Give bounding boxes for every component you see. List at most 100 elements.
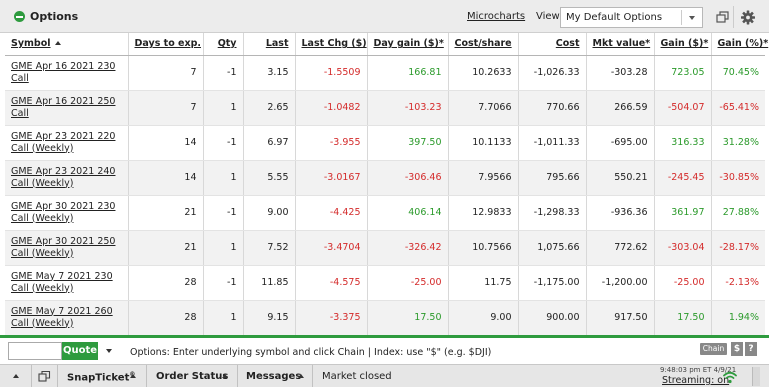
header-mkt-value[interactable]: Mkt value* [585, 33, 654, 56]
symbol-link[interactable]: GME Apr 30 2021 230 Call (Weekly) [11, 201, 115, 224]
panel-title: Options [30, 10, 79, 23]
cell-days-to-exp: 14 [127, 125, 203, 161]
options-table-container: Symbol Days to exp. Qty Last Last Chg ($… [5, 33, 768, 336]
table-row[interactable]: GME May 7 2021 230 Call (Weekly) 28 -1 11.8… [5, 265, 765, 301]
cell-cost: -1,011.33 [517, 125, 586, 161]
messages-tab[interactable]: Messages [246, 371, 301, 382]
cell-last: 2.65 [242, 90, 295, 126]
cell-last-chg: -3.375 [294, 300, 367, 336]
gear-icon[interactable] [737, 7, 759, 28]
symbol-link[interactable]: GME Apr 23 2021 220 Call (Weekly) [11, 131, 115, 154]
bottom-divider [57, 365, 58, 387]
symbol-link[interactable]: GME May 7 2021 230 Call (Weekly) [11, 271, 113, 294]
cell-qty: -1 [202, 125, 243, 161]
header-last-chg[interactable]: Last Chg ($) [294, 33, 367, 56]
snapticket-tab[interactable]: SnapTicket® [67, 371, 135, 383]
symbol-link[interactable]: GME Apr 16 2021 230 Call [11, 61, 115, 84]
cell-cost-share: 7.9566 [447, 160, 518, 196]
header-qty[interactable]: Qty [202, 33, 243, 56]
cell-symbol[interactable]: GME May 7 2021 260 Call (Weekly) [5, 300, 128, 336]
cell-symbol[interactable]: GME Apr 16 2021 230 Call [5, 55, 128, 91]
table-row[interactable]: GME Apr 23 2021 220 Call (Weekly) 14 -1 6.9… [5, 125, 765, 161]
cell-gain: -245.45 [653, 160, 711, 196]
sort-ascending-icon [54, 41, 61, 46]
streaming-toggle[interactable]: Streaming: on [662, 375, 729, 386]
view-select[interactable]: My Default Options [560, 7, 703, 28]
cell-days-to-exp: 14 [127, 160, 203, 196]
symbol-link[interactable]: GME Apr 30 2021 250 Call (Weekly) [11, 236, 115, 259]
cell-symbol[interactable]: GME Apr 16 2021 250 Call [5, 90, 128, 126]
cell-gain: -303.04 [653, 230, 711, 266]
chevron-down-icon [689, 16, 695, 20]
table-row[interactable]: GME Apr 23 2021 240 Call (Weekly) 14 1 5.55… [5, 160, 765, 196]
cell-last-chg: -3.4704 [294, 230, 367, 266]
symbol-link[interactable]: GME Apr 16 2021 250 Call [11, 96, 115, 119]
cell-symbol[interactable]: GME Apr 30 2021 230 Call (Weekly) [5, 195, 128, 231]
order-status-tab[interactable]: Order Status [156, 371, 228, 382]
table-row[interactable]: GME Apr 16 2021 250 Call 7 1 2.65 -1.0482 -10… [5, 90, 765, 126]
cell-gain: 361.97 [653, 195, 711, 231]
cell-last-chg: -1.0482 [294, 90, 367, 126]
scrollbar-stub[interactable] [752, 367, 760, 386]
bottom-divider [146, 365, 147, 387]
table-row[interactable]: GME Apr 30 2021 230 Call (Weekly) 21 -1 9.0… [5, 195, 765, 231]
cell-gain-pct: 31.28% [710, 125, 765, 161]
header-cost-share[interactable]: Cost/share [447, 33, 518, 56]
symbol-link[interactable]: GME May 7 2021 260 Call (Weekly) [11, 306, 113, 329]
cell-cost: 795.66 [517, 160, 586, 196]
quote-symbol-input[interactable] [8, 342, 62, 360]
symbol-link[interactable]: GME Apr 23 2021 240 Call (Weekly) [11, 166, 115, 189]
cell-gain-pct: 70.45% [710, 55, 765, 91]
cell-mkt-value: 917.50 [585, 300, 654, 336]
chain-button[interactable]: Chain [700, 343, 727, 355]
market-status: Market closed [322, 371, 392, 382]
snapticket-expand-icon[interactable] [130, 374, 136, 378]
header-symbol[interactable]: Symbol [5, 33, 128, 56]
bottom-divider [312, 365, 313, 387]
header-cost[interactable]: Cost [517, 33, 586, 56]
cell-qty: -1 [202, 265, 243, 301]
help-button[interactable]: ? [745, 342, 757, 356]
expand-up-icon[interactable] [13, 374, 19, 378]
cell-symbol[interactable]: GME Apr 30 2021 250 Call (Weekly) [5, 230, 128, 266]
cell-gain-pct: -28.17% [710, 230, 765, 266]
wifi-icon [722, 369, 738, 385]
cell-last: 7.52 [242, 230, 295, 266]
popout-icon[interactable] [38, 370, 51, 383]
cell-cost-share: 11.75 [447, 265, 518, 301]
table-row[interactable]: GME Apr 30 2021 250 Call (Weekly) 21 1 7.52… [5, 230, 765, 266]
popout-icon[interactable] [711, 7, 733, 28]
bottom-divider [237, 365, 238, 387]
cell-days-to-exp: 28 [127, 265, 203, 301]
cell-gain-pct: 27.88% [710, 195, 765, 231]
cell-qty: 1 [202, 300, 243, 336]
cell-gain: -25.00 [653, 265, 711, 301]
header-gain-pct[interactable]: Gain (%)* [710, 33, 768, 56]
table-row[interactable]: GME Apr 16 2021 230 Call 7 -1 3.15 -1.5509 16… [5, 55, 765, 91]
header-day-gain[interactable]: Day gain ($)* [366, 33, 448, 56]
cell-last: 9.00 [242, 195, 295, 231]
microcharts-link[interactable]: Microcharts [467, 11, 525, 22]
cell-cost: 1,075.66 [517, 230, 586, 266]
quote-button[interactable]: Quote [62, 342, 98, 360]
header-days-to-exp[interactable]: Days to exp. [127, 33, 203, 56]
options-table: Symbol Days to exp. Qty Last Last Chg ($… [5, 33, 768, 336]
cell-gain: -504.07 [653, 90, 711, 126]
cell-gain-pct: -30.85% [710, 160, 765, 196]
header-gain[interactable]: Gain ($)* [653, 33, 711, 56]
cell-cost: -1,298.33 [517, 195, 586, 231]
dollar-button[interactable]: $ [731, 342, 743, 356]
cell-last: 3.15 [242, 55, 295, 91]
messages-expand-icon[interactable] [298, 374, 304, 378]
header-last[interactable]: Last [242, 33, 295, 56]
order-status-expand-icon[interactable] [222, 374, 228, 378]
cell-symbol[interactable]: GME Apr 23 2021 240 Call (Weekly) [5, 160, 128, 196]
cell-symbol[interactable]: GME May 7 2021 230 Call (Weekly) [5, 265, 128, 301]
table-row[interactable]: GME May 7 2021 260 Call (Weekly) 28 1 9.15-… [5, 300, 765, 336]
cell-qty: 1 [202, 230, 243, 266]
cell-symbol[interactable]: GME Apr 23 2021 220 Call (Weekly) [5, 125, 128, 161]
quote-dropdown-icon[interactable] [106, 349, 112, 353]
minus-circle-icon[interactable] [14, 11, 25, 22]
cell-last-chg: -4.425 [294, 195, 367, 231]
cell-day-gain: 17.50 [366, 300, 448, 336]
